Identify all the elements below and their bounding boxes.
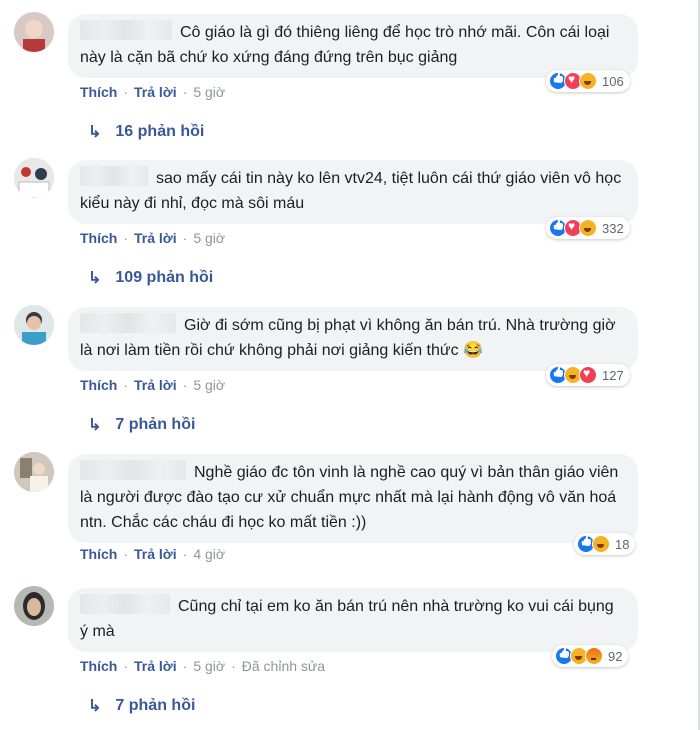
like-link[interactable]: Thích <box>80 377 117 393</box>
author-name-redacted[interactable] <box>80 166 148 186</box>
avatar[interactable] <box>14 586 54 626</box>
reply-arrow-icon: ↳ <box>88 124 102 141</box>
avatar[interactable] <box>14 305 54 345</box>
avatar[interactable] <box>14 158 54 198</box>
avatar-image <box>14 158 54 198</box>
reaction-count: 106 <box>602 73 624 89</box>
reply-link[interactable]: Trả lời <box>134 84 177 100</box>
timestamp[interactable]: 5 giờ <box>193 377 225 393</box>
reaction-count: 332 <box>602 220 624 236</box>
comment-actions: Thích · Trả lời · 5 giờ <box>80 377 226 393</box>
avatar-image <box>14 452 54 492</box>
avatar-image <box>14 12 54 52</box>
comment-bubble: Giờ đi sớm cũng bị phạt vì không ăn bán … <box>68 307 638 371</box>
replies-count: 7 phản hồi <box>115 416 196 433</box>
reply-arrow-icon: ↳ <box>88 698 102 715</box>
reply-link[interactable]: Trả lời <box>134 546 177 562</box>
reactions-summary[interactable]: 18 <box>574 533 636 555</box>
reactions-summary[interactable]: 332 <box>546 217 630 239</box>
reaction-count: 92 <box>608 648 623 664</box>
haha-icon <box>592 535 610 553</box>
author-name-redacted[interactable] <box>80 594 170 614</box>
comment-text: sao mấy cái tin này ko lên vtv24, tiệt l… <box>80 170 622 212</box>
timestamp[interactable]: 5 giờ <box>193 84 225 100</box>
author-name-redacted[interactable] <box>80 20 172 40</box>
reply-link[interactable]: Trả lời <box>134 658 177 674</box>
reply-arrow-icon: ↳ <box>88 270 102 287</box>
replies-count: 16 phản hồi <box>115 123 205 140</box>
reactions-summary[interactable]: 127 <box>546 364 630 386</box>
avatar[interactable] <box>14 452 54 492</box>
reaction-count: 127 <box>602 367 624 383</box>
like-link[interactable]: Thích <box>80 230 117 246</box>
view-replies[interactable]: ↳ 109 phản hồi <box>88 268 213 288</box>
view-replies[interactable]: ↳ 7 phản hồi <box>88 696 195 716</box>
reactions-summary[interactable]: 106 <box>546 70 630 92</box>
reply-arrow-icon: ↳ <box>88 417 102 434</box>
timestamp[interactable]: 5 giờ <box>193 230 225 246</box>
reactions-summary[interactable]: 92 <box>552 645 629 667</box>
love-icon <box>579 366 597 384</box>
comment-bubble: Nghề giáo đc tôn vinh là nghề cao quý vì… <box>68 454 638 543</box>
avatar-image <box>14 305 54 345</box>
angry-icon <box>585 647 603 665</box>
comment-actions: Thích · Trả lời · 5 giờ · Đã chỉnh sửa <box>80 658 326 674</box>
reaction-count: 18 <box>615 536 630 552</box>
avatar[interactable] <box>14 12 54 52</box>
edited-label[interactable]: Đã chỉnh sửa <box>242 658 325 674</box>
reply-link[interactable]: Trả lời <box>134 377 177 393</box>
comment-bubble: Cô giáo là gì đó thiêng liêng để học trò… <box>68 14 638 78</box>
like-link[interactable]: Thích <box>80 84 117 100</box>
avatar-image <box>14 586 54 626</box>
like-link[interactable]: Thích <box>80 658 117 674</box>
haha-icon <box>579 72 597 90</box>
view-replies[interactable]: ↳ 7 phản hồi <box>88 415 195 435</box>
comment-bubble: Cũng chỉ tại em ko ăn bán trú nên nhà tr… <box>68 588 638 652</box>
author-name-redacted[interactable] <box>80 313 176 333</box>
view-replies[interactable]: ↳ 16 phản hồi <box>88 122 204 142</box>
comment-bubble: sao mấy cái tin này ko lên vtv24, tiệt l… <box>68 160 638 224</box>
author-name-redacted[interactable] <box>80 460 186 480</box>
timestamp[interactable]: 5 giờ <box>193 658 225 674</box>
reply-link[interactable]: Trả lời <box>134 230 177 246</box>
replies-count: 109 phản hồi <box>115 269 214 286</box>
timestamp[interactable]: 4 giờ <box>193 546 225 562</box>
comment-actions: Thích · Trả lời · 4 giờ <box>80 546 226 562</box>
comment-actions: Thích · Trả lời · 5 giờ <box>80 84 226 100</box>
haha-icon <box>579 219 597 237</box>
replies-count: 7 phản hồi <box>115 697 196 714</box>
like-link[interactable]: Thích <box>80 546 117 562</box>
comment-actions: Thích · Trả lời · 5 giờ <box>80 230 226 246</box>
